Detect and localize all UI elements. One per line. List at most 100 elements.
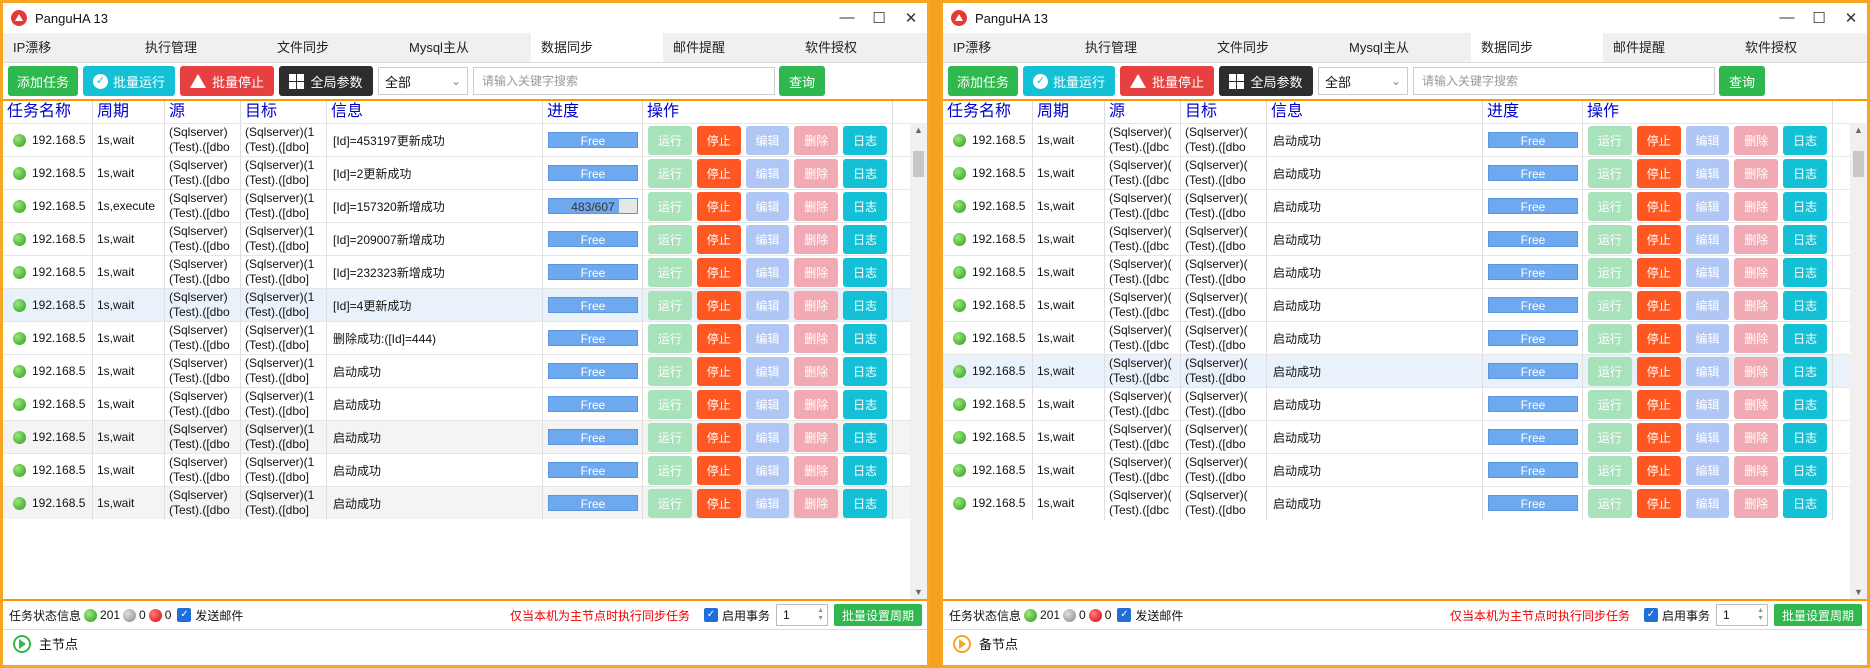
tab-mysql[interactable]: Mysql主从 — [1339, 33, 1471, 62]
table-row[interactable]: 192.168.5 1s,wait (Sqlserver)((Test).([d… — [943, 288, 1867, 322]
delete-button[interactable]: 删除 — [1734, 455, 1779, 485]
batch-stop-button[interactable]: 批量停止 — [1120, 66, 1214, 96]
edit-button[interactable]: 编辑 — [1685, 455, 1730, 485]
col-task-name[interactable]: 任务名称 — [943, 101, 1033, 123]
stop-button[interactable]: 停止 — [1636, 158, 1681, 188]
delete-button[interactable]: 删除 — [794, 455, 839, 485]
batch-period-button[interactable]: 批量设置周期 — [1774, 604, 1862, 626]
scroll-thumb[interactable] — [1853, 151, 1864, 177]
edit-button[interactable]: 编辑 — [1685, 488, 1730, 518]
table-row[interactable]: 192.168.5 1s,wait (Sqlserver)((Test).([d… — [943, 387, 1867, 421]
run-button[interactable]: 运行 — [1588, 125, 1632, 155]
edit-button[interactable]: 编辑 — [1685, 191, 1730, 221]
search-input[interactable]: 请输入关键字搜索 — [473, 67, 775, 95]
delete-button[interactable]: 删除 — [794, 290, 839, 320]
send-mail-checkbox[interactable]: ✓ — [177, 608, 192, 622]
edit-button[interactable]: 编辑 — [745, 224, 790, 254]
scroll-thumb[interactable] — [913, 151, 924, 177]
run-button[interactable]: 运行 — [648, 356, 692, 386]
delete-button[interactable]: 删除 — [794, 257, 839, 287]
delete-button[interactable]: 删除 — [1734, 290, 1779, 320]
col-info[interactable]: 信息 — [1267, 101, 1483, 123]
run-button[interactable]: 运行 — [1588, 455, 1632, 485]
delete-button[interactable]: 删除 — [1734, 323, 1779, 353]
edit-button[interactable]: 编辑 — [1685, 257, 1730, 287]
table-row[interactable]: 192.168.5 1s,wait (Sqlserver) (Test).([db… — [3, 255, 927, 289]
log-button[interactable]: 日志 — [843, 191, 887, 221]
run-button[interactable]: 运行 — [648, 125, 692, 155]
edit-button[interactable]: 编辑 — [745, 125, 790, 155]
edit-button[interactable]: 编辑 — [745, 158, 790, 188]
run-button[interactable]: 运行 — [1588, 323, 1632, 353]
log-button[interactable]: 日志 — [1783, 389, 1827, 419]
run-button[interactable]: 运行 — [1588, 356, 1632, 386]
run-button[interactable]: 运行 — [1588, 290, 1632, 320]
log-button[interactable]: 日志 — [843, 356, 887, 386]
tab-data-sync[interactable]: 数据同步 — [531, 33, 663, 62]
edit-button[interactable]: 编辑 — [1685, 125, 1730, 155]
delete-button[interactable]: 删除 — [794, 224, 839, 254]
run-button[interactable]: 运行 — [1588, 488, 1632, 518]
close-icon[interactable]: ✕ — [1835, 9, 1867, 27]
col-actions[interactable]: 操作 — [1583, 101, 1833, 123]
run-button[interactable]: 运行 — [1588, 158, 1632, 188]
stop-button[interactable]: 停止 — [1636, 191, 1681, 221]
stop-button[interactable]: 停止 — [1636, 290, 1681, 320]
scroll-up-icon[interactable]: ▲ — [910, 125, 927, 135]
col-info[interactable]: 信息 — [327, 101, 543, 123]
table-row[interactable]: 192.168.5 1s,wait (Sqlserver)((Test).([d… — [943, 189, 1867, 223]
log-button[interactable]: 日志 — [1783, 356, 1827, 386]
stop-button[interactable]: 停止 — [696, 125, 741, 155]
run-button[interactable]: 运行 — [1588, 191, 1632, 221]
maximize-icon[interactable]: ☐ — [1803, 9, 1835, 27]
delete-button[interactable]: 删除 — [794, 323, 839, 353]
delete-button[interactable]: 删除 — [794, 389, 839, 419]
edit-button[interactable]: 编辑 — [1685, 323, 1730, 353]
vertical-scrollbar[interactable]: ▲ ▼ — [910, 123, 927, 599]
stop-button[interactable]: 停止 — [696, 257, 741, 287]
run-button[interactable]: 运行 — [648, 455, 692, 485]
query-button[interactable]: 查询 — [1719, 66, 1765, 96]
log-button[interactable]: 日志 — [843, 455, 887, 485]
log-button[interactable]: 日志 — [843, 257, 887, 287]
delete-button[interactable]: 删除 — [1734, 356, 1779, 386]
delete-button[interactable]: 删除 — [794, 422, 839, 452]
batch-period-button[interactable]: 批量设置周期 — [834, 604, 922, 626]
tab-file-sync[interactable]: 文件同步 — [267, 33, 399, 62]
tab-mail[interactable]: 邮件提醒 — [1603, 33, 1735, 62]
table-row[interactable]: 192.168.5 1s,wait (Sqlserver)((Test).([d… — [943, 354, 1867, 388]
run-button[interactable]: 运行 — [1588, 257, 1632, 287]
enable-tx-checkbox[interactable]: ✓ — [1643, 608, 1658, 622]
table-row[interactable]: 192.168.5 1s,wait (Sqlserver) (Test).([db… — [3, 387, 927, 421]
delete-button[interactable]: 删除 — [794, 158, 839, 188]
edit-button[interactable]: 编辑 — [1685, 422, 1730, 452]
col-progress[interactable]: 进度 — [1483, 101, 1583, 123]
edit-button[interactable]: 编辑 — [1685, 158, 1730, 188]
stop-button[interactable]: 停止 — [696, 356, 741, 386]
run-button[interactable]: 运行 — [648, 389, 692, 419]
table-row[interactable]: 192.168.5 1s,wait (Sqlserver)((Test).([d… — [943, 222, 1867, 256]
edit-button[interactable]: 编辑 — [745, 257, 790, 287]
table-row[interactable]: 192.168.5 1s,wait (Sqlserver)((Test).([d… — [943, 321, 1867, 355]
stop-button[interactable]: 停止 — [696, 488, 741, 518]
edit-button[interactable]: 编辑 — [745, 422, 790, 452]
batch-stop-button[interactable]: 批量停止 — [180, 66, 274, 96]
run-button[interactable]: 运行 — [648, 422, 692, 452]
global-params-button[interactable]: 全局参数 — [279, 66, 373, 96]
log-button[interactable]: 日志 — [843, 224, 887, 254]
close-icon[interactable]: ✕ — [895, 9, 927, 27]
batch-run-button[interactable]: ✓ 批量运行 — [1023, 66, 1115, 96]
table-row[interactable]: 192.168.5 1s,wait (Sqlserver)((Test).([d… — [943, 486, 1867, 520]
stepper-arrows-icon[interactable]: ▲ ▼ — [1757, 607, 1764, 623]
log-button[interactable]: 日志 — [843, 389, 887, 419]
run-button[interactable]: 运行 — [648, 488, 692, 518]
add-task-button[interactable]: 添加任务 — [948, 66, 1018, 96]
col-period[interactable]: 周期 — [93, 101, 165, 123]
table-row[interactable]: 192.168.5 1s,wait (Sqlserver) (Test).([db… — [3, 453, 927, 487]
log-button[interactable]: 日志 — [1783, 455, 1827, 485]
maximize-icon[interactable]: ☐ — [863, 9, 895, 27]
tab-ip-drift[interactable]: IP漂移 — [3, 33, 135, 62]
stop-button[interactable]: 停止 — [1636, 257, 1681, 287]
log-button[interactable]: 日志 — [1783, 191, 1827, 221]
log-button[interactable]: 日志 — [843, 422, 887, 452]
